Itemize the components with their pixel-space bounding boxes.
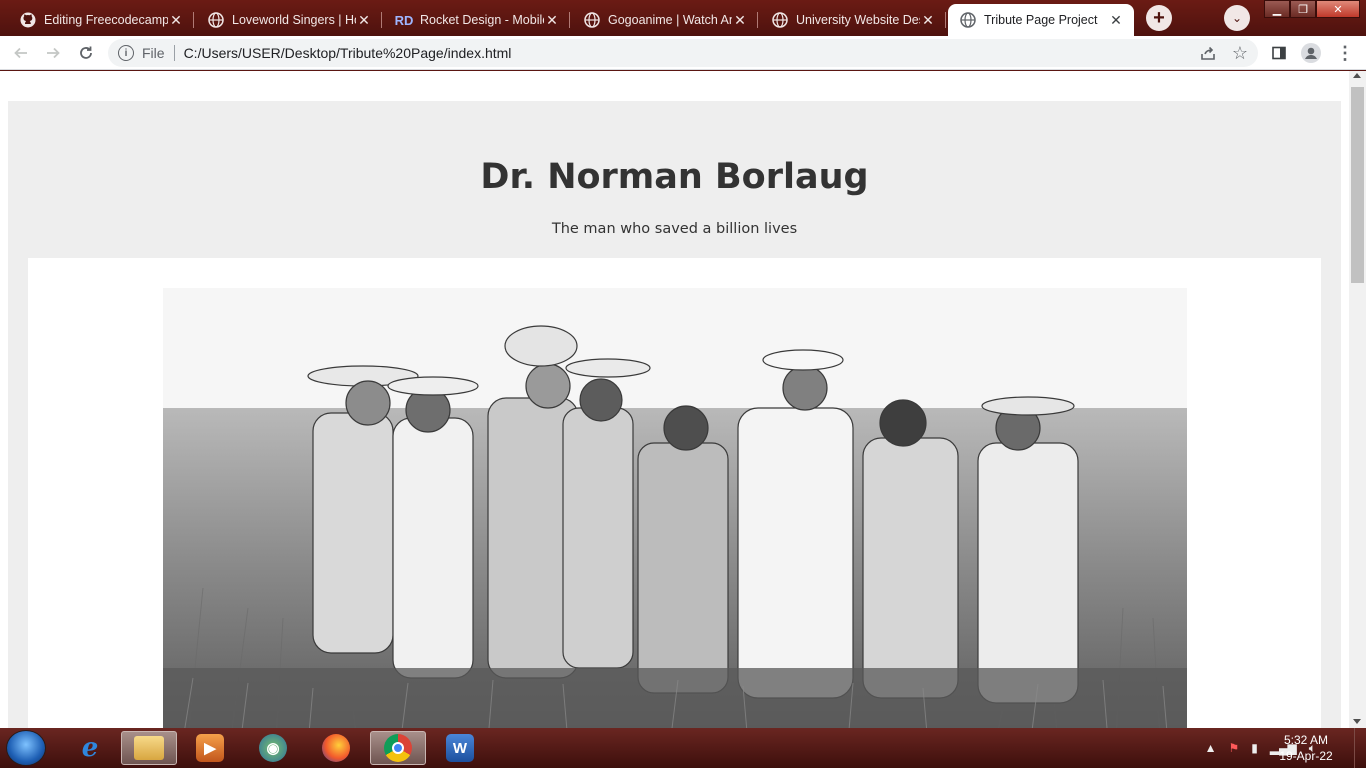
rocket-design-icon: RD [394, 12, 414, 28]
share-icon [1201, 46, 1215, 60]
forward-button[interactable] [41, 41, 65, 65]
taskbar-chrome[interactable] [370, 731, 426, 765]
taskbar-internet-explorer[interactable]: e [62, 731, 118, 765]
windows-taskbar: e ▶ ◉ W ▲ ⚑ ▮ ▂▄▆ 🔈︎ 5:32 AM 19-Apr-22 [0, 728, 1366, 768]
side-panel-icon [1272, 46, 1286, 60]
tab-search-button[interactable]: ⌄ [1224, 5, 1250, 31]
arrow-left-icon [14, 47, 27, 59]
side-panel-button[interactable] [1267, 41, 1291, 65]
battery-icon[interactable]: ▮ [1251, 741, 1258, 755]
start-button[interactable] [6, 730, 46, 766]
close-icon: ✕ [1333, 3, 1343, 16]
chevron-down-icon: ⌄ [1231, 11, 1243, 25]
bookmark-button[interactable]: ☆ [1228, 41, 1252, 65]
close-icon[interactable]: ✕ [1108, 12, 1124, 28]
main-section: Dr. Norman Borlaug The man who saved a b… [8, 101, 1341, 728]
reload-button[interactable] [74, 41, 98, 65]
tab-title: Gogoanime | Watch An [608, 13, 732, 27]
taskbar-file-explorer[interactable] [121, 731, 177, 765]
globe-icon [584, 12, 600, 28]
page-viewport: Dr. Norman Borlaug The man who saved a b… [0, 71, 1366, 728]
avatar-icon [1301, 43, 1321, 63]
page-subtitle: The man who saved a billion lives [551, 221, 798, 237]
browser-tab-strip: Editing Freecodecamp/ ✕ Loveworld Singer… [0, 0, 1366, 36]
image-container [28, 258, 1321, 728]
clock-time: 5:32 AM [1283, 733, 1329, 747]
tab-tribute-page-project[interactable]: Tribute Page Project ✕ [948, 4, 1134, 36]
star-icon: ☆ [1231, 42, 1249, 63]
close-icon[interactable]: ✕ [544, 12, 560, 28]
share-button[interactable] [1196, 41, 1220, 65]
taskbar-media-player[interactable]: ▶ [182, 731, 238, 765]
more-vertical-icon: ⋮ [1336, 42, 1354, 63]
plus-icon: + [1153, 7, 1165, 29]
word-icon: W [446, 734, 474, 762]
clock[interactable]: 5:32 AM 19-Apr-22 [1266, 732, 1346, 764]
address-bar[interactable]: i File C:/Users/USER/Desktop/Tribute%20P… [108, 39, 1258, 67]
minimize-icon: ▁ [1272, 3, 1282, 16]
tribute-image [163, 288, 1187, 728]
arrow-right-icon [47, 47, 60, 59]
tab-title: Editing Freecodecamp/ [44, 13, 168, 27]
show-desktop-button[interactable] [1354, 728, 1366, 768]
internet-explorer-icon: e [81, 733, 99, 763]
tab-gogoanime[interactable]: Gogoanime | Watch An ✕ [572, 4, 758, 36]
action-center-icon[interactable]: ⚑ [1228, 741, 1239, 755]
minimize-button[interactable]: ▁ [1264, 0, 1290, 18]
taskbar-media-center[interactable]: ◉ [245, 731, 301, 765]
tab-title: Tribute Page Project [984, 13, 1098, 27]
globe-icon [772, 12, 788, 28]
page-title: Dr. Norman Borlaug [480, 157, 869, 197]
chrome-icon [384, 734, 412, 762]
close-icon[interactable]: ✕ [732, 12, 748, 28]
restore-icon: ❐ [1298, 3, 1308, 16]
tab-loveworld-singers[interactable]: Loveworld Singers | Ho ✕ [196, 4, 382, 36]
globe-icon [960, 12, 976, 28]
window-controls: ▁ ❐ ✕ [1264, 0, 1360, 18]
menu-button[interactable]: ⋮ [1333, 41, 1357, 65]
close-icon[interactable]: ✕ [168, 12, 184, 28]
media-player-icon: ▶ [196, 734, 224, 762]
tab-university-website[interactable]: University Website Des ✕ [760, 4, 946, 36]
restore-button[interactable]: ❐ [1290, 0, 1316, 18]
taskbar-word[interactable]: W [432, 731, 488, 765]
tab-title: Loveworld Singers | Ho [232, 13, 356, 27]
folder-icon [134, 736, 164, 760]
profile-button[interactable] [1299, 41, 1323, 65]
scroll-up-icon[interactable] [1353, 73, 1361, 78]
firefox-icon [322, 734, 350, 762]
url-text[interactable]: C:/Users/USER/Desktop/Tribute%20Page/ind… [184, 45, 512, 61]
scrollbar-thumb[interactable] [1351, 87, 1364, 283]
taskbar-firefox[interactable] [308, 731, 364, 765]
tab-title: University Website Des [796, 13, 920, 27]
browser-toolbar: i File C:/Users/USER/Desktop/Tribute%20P… [0, 36, 1366, 70]
scroll-down-icon[interactable] [1353, 719, 1361, 724]
globe-icon [208, 12, 224, 28]
scheme-label: File [142, 45, 165, 61]
tribute-photo [163, 288, 1187, 728]
tab-editing-freecodecamp[interactable]: Editing Freecodecamp/ ✕ [8, 4, 194, 36]
back-button[interactable] [9, 41, 33, 65]
close-icon[interactable]: ✕ [356, 12, 372, 28]
close-window-button[interactable]: ✕ [1316, 0, 1360, 18]
close-icon[interactable]: ✕ [920, 12, 936, 28]
tab-rocket-design[interactable]: RD Rocket Design - Mobile ✕ [384, 4, 570, 36]
new-tab-button[interactable]: + [1146, 5, 1172, 31]
github-icon [20, 12, 36, 28]
show-hidden-icons[interactable]: ▲ [1205, 741, 1217, 755]
media-center-icon: ◉ [259, 734, 287, 762]
info-icon[interactable]: i [118, 45, 134, 61]
vertical-scrollbar[interactable] [1349, 71, 1366, 728]
clock-date: 19-Apr-22 [1279, 749, 1333, 763]
tab-title: Rocket Design - Mobile [420, 13, 544, 27]
reload-icon [80, 46, 92, 59]
